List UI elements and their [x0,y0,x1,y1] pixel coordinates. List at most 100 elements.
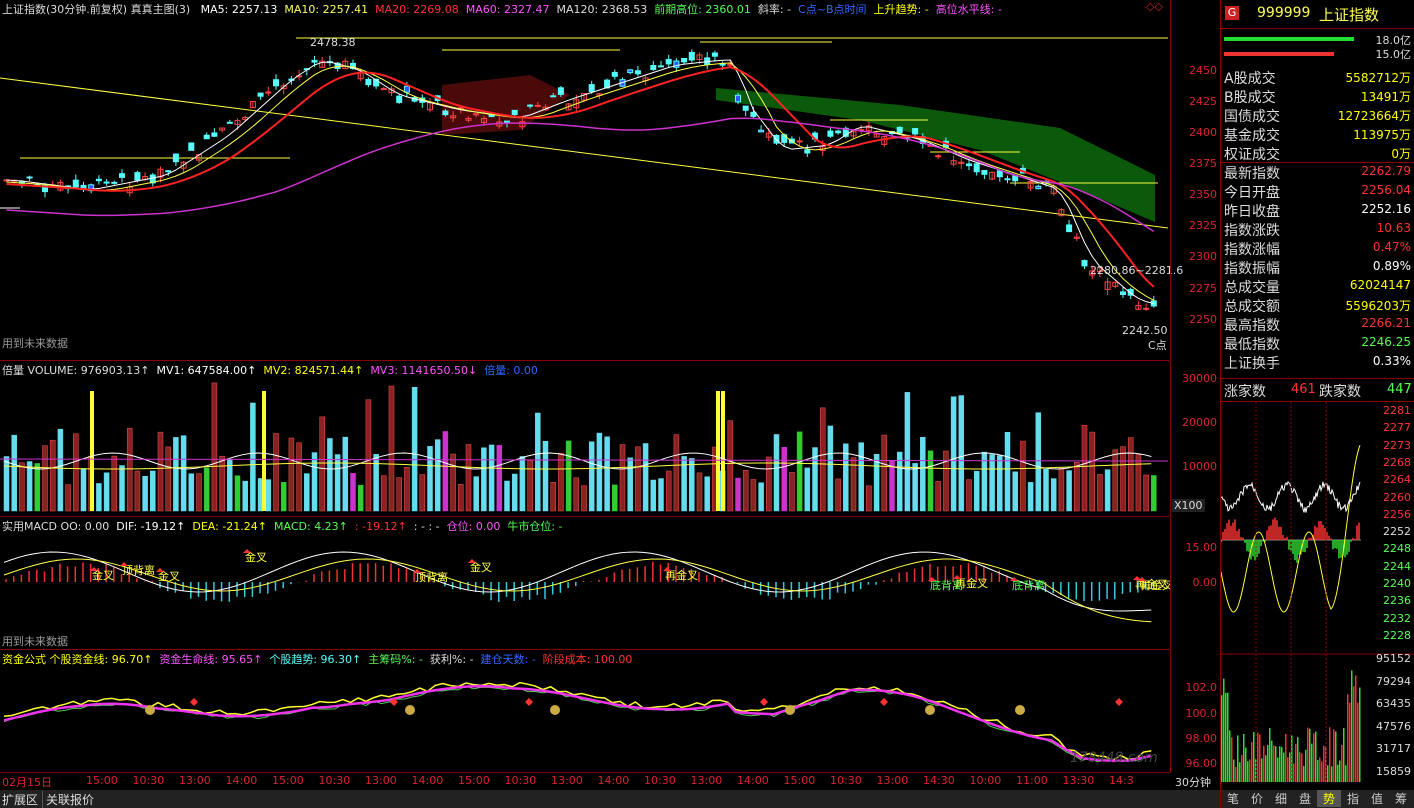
quote-row: 上证换手 0.33% [1221,352,1414,372]
mini-tab-6[interactable]: 值 [1365,790,1389,807]
mini-tab-2[interactable]: 细 [1269,790,1293,807]
mini-vol-label: 63435 [1376,697,1411,710]
volume-bar [581,485,587,512]
mini-tab-3[interactable]: 盘 [1293,790,1317,807]
mini-tab-5[interactable]: 指 [1341,790,1365,807]
y-tick-label: 2350 [1189,188,1217,201]
time-tick-label: 10:30 [318,774,351,787]
volume-bar [73,433,79,512]
mini-tab-7[interactable]: 筹 [1389,790,1413,807]
volume-bar [573,477,580,512]
mini-volume-bar [1329,727,1331,782]
candle [442,110,449,116]
mini-y-label: 2256 [1383,507,1411,521]
candle [1004,178,1011,181]
indicator-value: MA5: 2257.13 [200,3,278,16]
quote-row-label: 指数振幅 [1224,261,1280,277]
candle [257,92,264,97]
coin-icon [785,705,795,715]
volume-bar [134,470,141,512]
mini-tab-4[interactable]: 势 [1317,790,1341,807]
indicator-value: 高位水平线: - [935,3,1002,16]
y-tick-label: 10000 [1182,460,1217,473]
quote-row-value: 5582712万 [1345,71,1411,85]
volume-bar [126,427,133,512]
main-kline-panel[interactable]: 上证指数(30分钟.前复权) 真真主图(3) MA5: 2257.13 MA10:… [0,0,1183,361]
volume-bar [804,467,811,512]
mini-volume-bar [1261,758,1263,782]
candle [203,134,210,140]
mini-volume-bar [1357,702,1359,782]
candle [611,71,618,77]
quote-row: 昨日收盘 2252.16 [1221,200,1414,220]
mini-volume-bar [1315,731,1317,782]
volume-bar [65,484,71,512]
window-controls-icon[interactable]: ◇◇ [1146,0,1163,13]
quote-row-label: 总成交量 [1224,280,1280,296]
time-tick-label: 14:00 [225,774,258,787]
candle [403,85,410,93]
candle [912,128,919,135]
candle [134,172,141,181]
candle [111,181,118,184]
time-tick-label: 14:00 [597,774,630,787]
quote-row-value: 13491万 [1360,90,1411,104]
volume-spike-bar [90,391,94,511]
volume-bar [1027,482,1034,512]
volume-bar [180,435,187,512]
quote-row-label: 最高指数 [1224,318,1280,334]
volume-bar [604,436,610,512]
y-tick-label: 2300 [1189,250,1217,263]
macd-panel[interactable]: 金叉 顶背离 金叉 金叉 顶背离 金叉 再金叉 底背离 再金叉 底背离 再金叉 再金叉 实用MACD … [0,517,1170,650]
indicator-value: : -19.12↑ [354,520,407,533]
volume-bar [997,455,1003,512]
mini-volume-bar [1297,737,1299,782]
volume-bar [288,437,295,512]
period-label[interactable]: 30分钟 [1175,774,1211,790]
mini-volume-bar [1257,732,1259,782]
quote-badge[interactable]: G [1225,6,1239,20]
mini-tab-0[interactable]: 笔 [1221,790,1245,807]
time-tick-label: 14:00 [411,774,444,787]
mini-tab-1[interactable]: 价 [1245,790,1269,807]
time-tick-label: 13:00 [551,774,583,787]
tab-related-quotes[interactable]: 关联报价 [46,791,94,808]
indicator-value: C点~B点时间 [798,3,867,16]
volume-panel[interactable]: 倍量 VOLUME: 976903.13↑ MV1: 647584.00↑ MV2:… [0,361,1205,517]
quote-row-label: 国债成交 [1224,109,1280,125]
mini-volume-bar [1275,746,1277,782]
mini-volume-bar [1353,686,1355,782]
mini-volume-bar [1327,765,1329,782]
macd-y-axis: 15.00 0.00 [1170,517,1221,649]
mini-y-label: 2268 [1383,455,1411,469]
mini-volume-bar [1223,678,1225,782]
y-tick-label: 30000 [1182,372,1217,385]
quote-row: 基金成交 113975万 [1221,124,1414,144]
mini-volume-bar [1225,692,1227,782]
candle [511,109,518,115]
candle [973,163,980,173]
candle [380,88,387,91]
diamond-icon [525,698,533,706]
volume-bar [219,455,225,512]
quote-row: 指数涨跌 10.63 [1221,219,1414,239]
volume-bar [1089,431,1095,512]
y-tick-label: 2400 [1189,126,1217,139]
y-tick-label: 98.00 [1185,732,1218,745]
volume-bar [242,480,248,512]
mini-volume-bar [1239,762,1241,782]
buy-sell-bars: 18.0亿 15.0亿 [1221,31,1414,61]
fund-panel[interactable]: 资金公式 个股资金线: 96.70↑ 资金生命线: 95.65↑ 个股趋势: 96.… [0,650,1170,773]
volume-bar [1050,478,1057,512]
volume-bar [889,460,895,512]
quote-row-label: A股成交 [1224,71,1276,87]
quote-row: A股成交 5582712万 [1221,67,1414,87]
mini-volume-bar [1271,740,1273,782]
tab-extended-area[interactable]: 扩展区 [2,791,44,808]
volume-bar [427,446,433,512]
mini-volume-bar [1263,745,1265,782]
quote-row-value: 62024147 [1349,278,1411,292]
candle [188,142,195,151]
volume-bar [658,478,664,512]
sell-bar-label: 15.0亿 [1375,48,1412,61]
